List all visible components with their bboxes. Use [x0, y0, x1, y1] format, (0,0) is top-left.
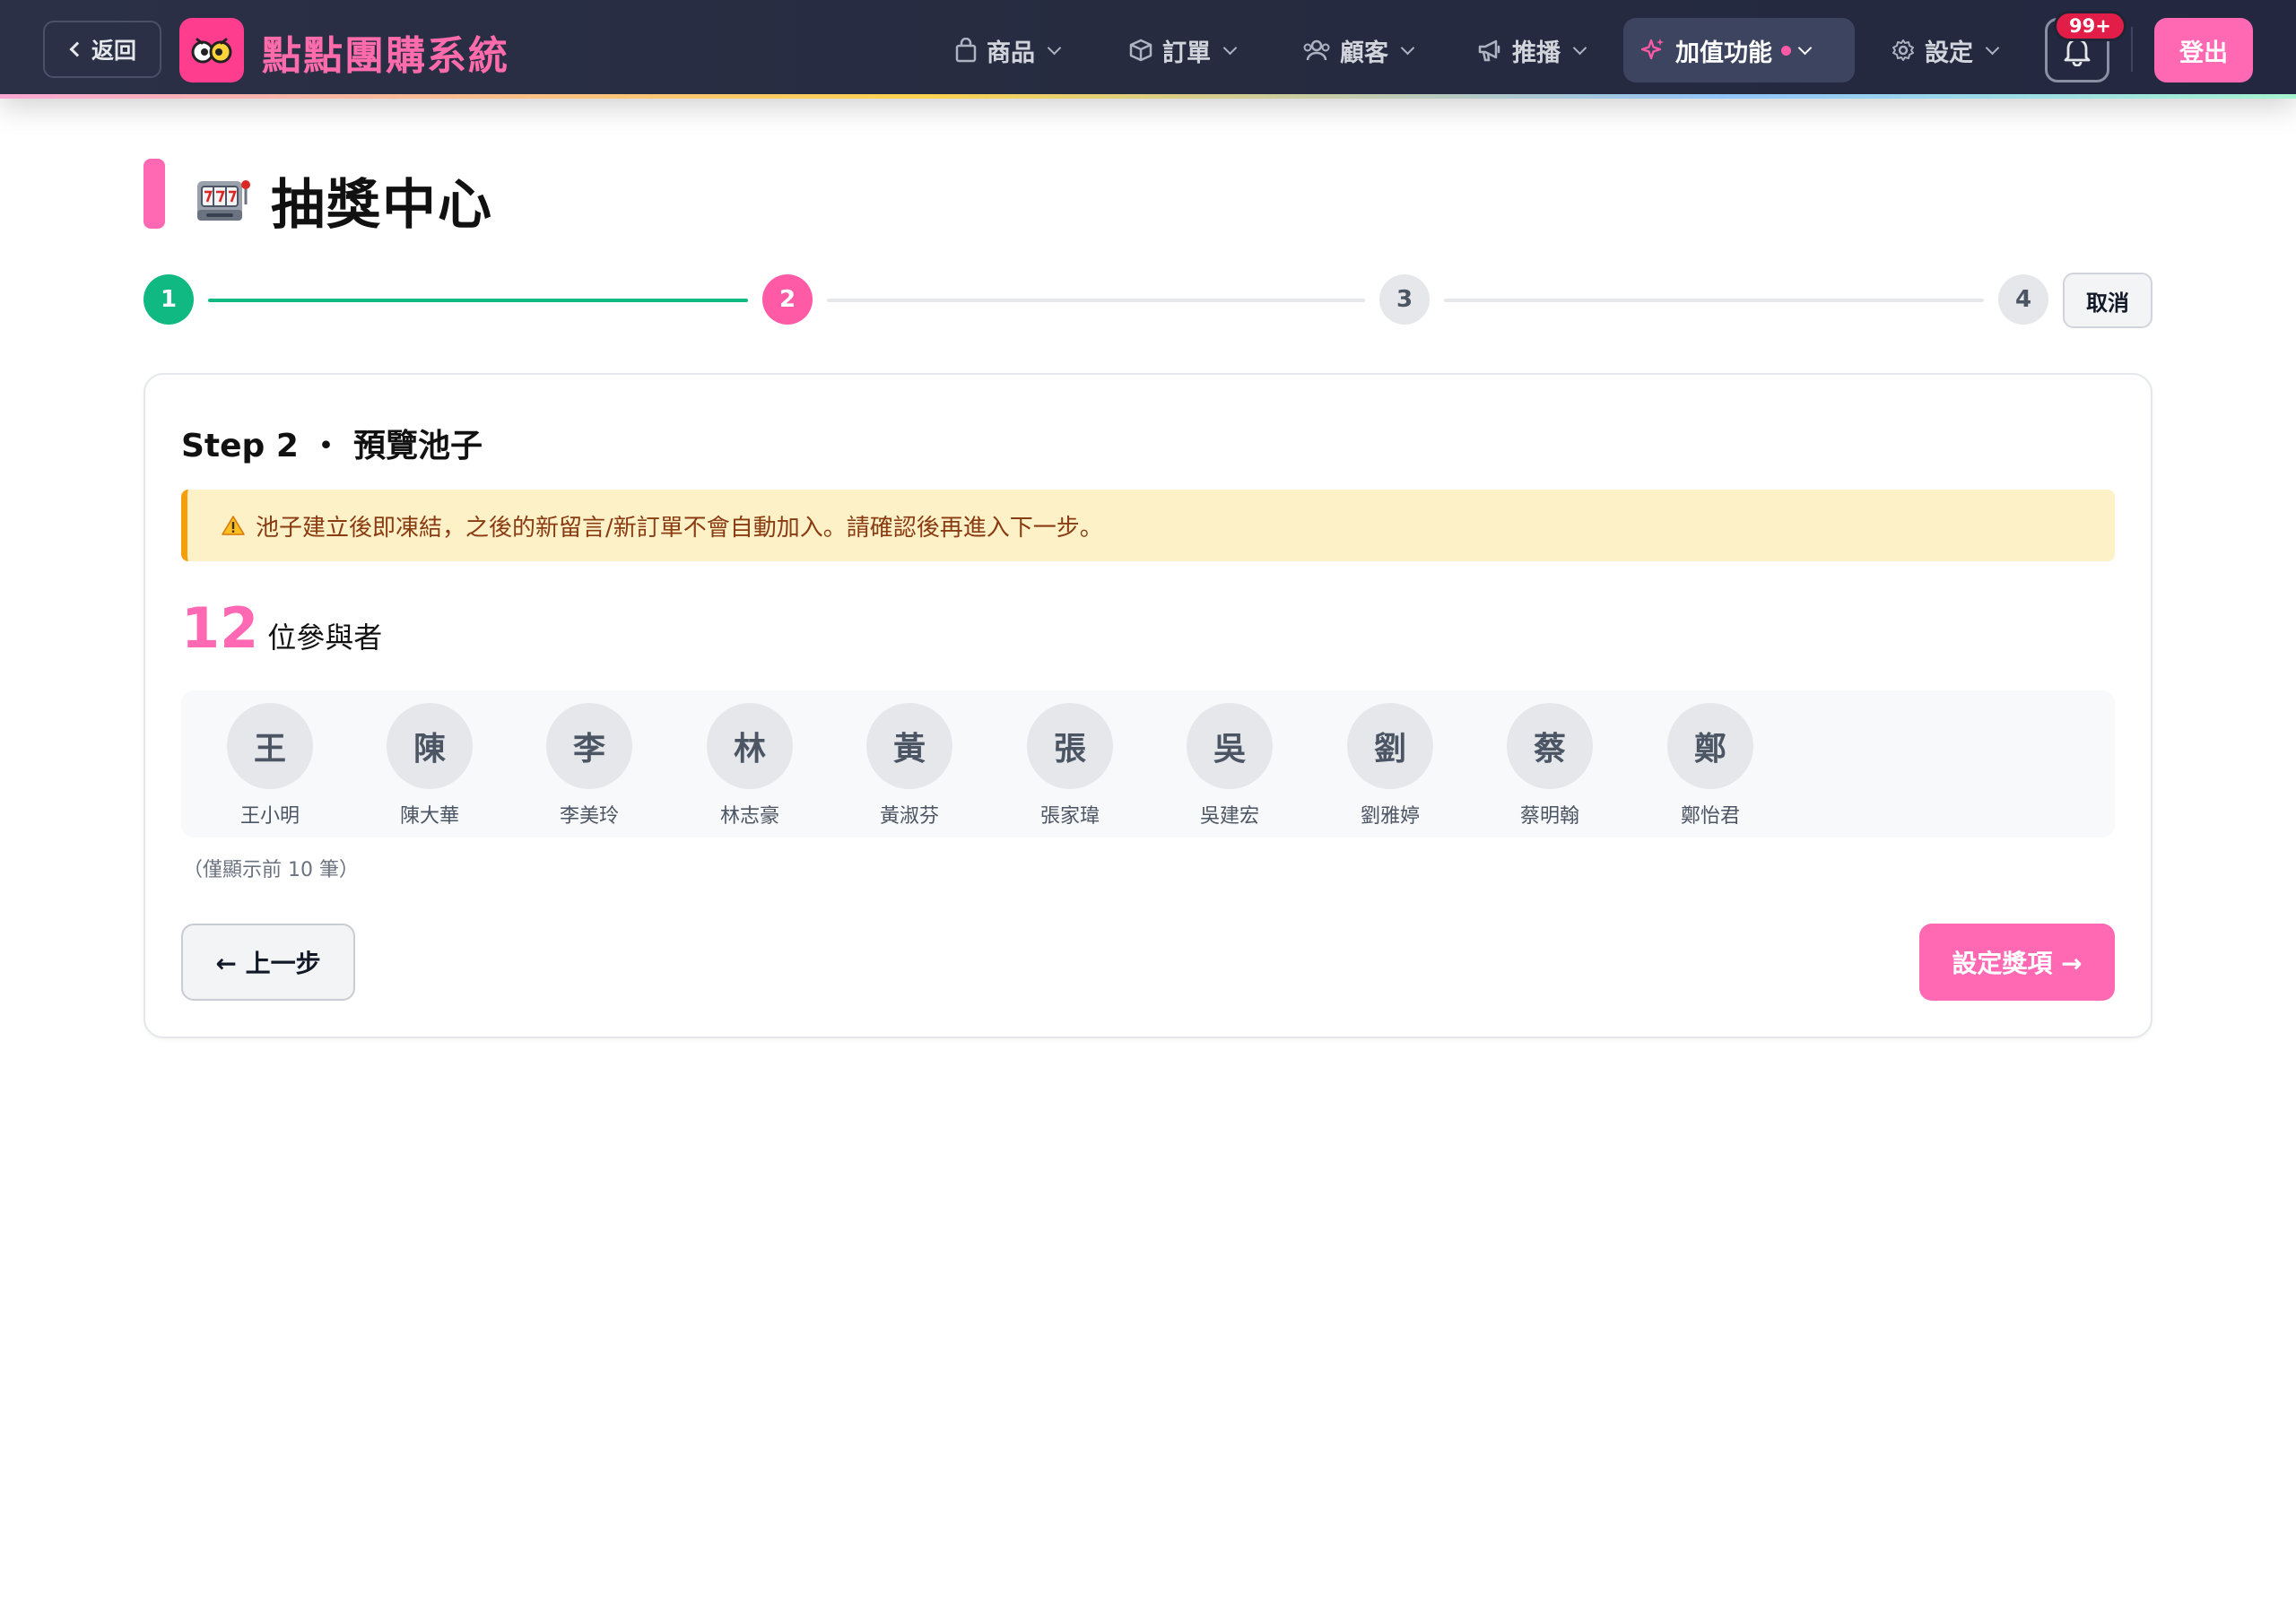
card-title: Step 2 ・ 預覽池子 [181, 428, 483, 464]
brand-logo[interactable] [179, 18, 244, 82]
nav-orders[interactable]: 訂單 [1112, 18, 1251, 82]
brand-name[interactable]: 點點團購系統 [262, 23, 509, 81]
nav-settings[interactable]: 設定 [1874, 18, 2013, 82]
participant-item: 鄭 鄭怡君 [1652, 703, 1769, 829]
warning-alert: 池子建立後即凍結，之後的新留言/新訂單不會自動加入。請確認後再進入下一步。 [181, 490, 2115, 561]
users-icon [1303, 39, 1330, 61]
nav-products[interactable]: 商品 [938, 18, 1075, 82]
avatar: 張 [1027, 703, 1113, 789]
nav-products-label: 商品 [987, 39, 1035, 67]
step-3-indicator: 3 [1379, 274, 1430, 325]
participant-item: 林 林志豪 [691, 703, 808, 829]
step-connector-1 [208, 299, 748, 302]
slot-machine-icon [197, 180, 250, 221]
participant-count: 12 位參與者 [181, 595, 382, 661]
back-button-label: 返回 [91, 38, 136, 64]
logout-button[interactable]: 登出 [2154, 18, 2253, 82]
chevron-down-icon [1222, 40, 1238, 55]
participant-item: 蔡 蔡明翰 [1492, 703, 1608, 829]
list-limit-note: （僅顯示前 10 筆） [183, 859, 359, 881]
title-accent-bar [144, 159, 165, 229]
participant-item: 黃 黃淑芬 [851, 703, 968, 829]
navbar-divider [2131, 27, 2133, 72]
chevron-down-icon [1572, 40, 1587, 55]
pool-preview-card: Step 2 ・ 預覽池子 池子建立後即凍結，之後的新留言/新訂單不會自動加入。… [144, 373, 2152, 1038]
participant-name: 林志豪 [719, 805, 779, 828]
participant-item: 吳 吳建宏 [1171, 703, 1288, 829]
participant-name: 黃淑芬 [879, 805, 939, 828]
avatar: 王 [227, 703, 313, 789]
participant-count-label: 位參與者 [267, 620, 383, 655]
nav-customers-label: 顧客 [1340, 39, 1388, 67]
avatar: 李 [546, 703, 632, 789]
notification-count-badge: 99+ [2054, 11, 2126, 41]
avatar: 鄭 [1667, 703, 1753, 789]
participant-list: 王 王小明 陳 陳大華 李 李美玲 林 林志豪 黃 黃淑芬 張 張家瑋 吳 吳建… [181, 690, 2115, 837]
participant-item: 陳 陳大華 [371, 703, 488, 829]
logo-eyes-icon [191, 38, 232, 64]
box-icon [1129, 39, 1152, 62]
back-button[interactable]: 返回 [43, 21, 161, 78]
participant-item: 劉 劉雅婷 [1332, 703, 1448, 829]
step-connector-2 [827, 299, 1365, 302]
participant-name: 劉雅婷 [1360, 805, 1420, 828]
gear-icon [1892, 39, 1914, 61]
warning-text: 池子建立後即凍結，之後的新留言/新訂單不會自動加入。請確認後再進入下一步。 [256, 514, 1103, 542]
set-prizes-button[interactable]: 設定獎項 → [1919, 924, 2115, 1001]
participant-name: 蔡明翰 [1519, 805, 1579, 828]
nav-addons[interactable]: 加值功能 [1623, 18, 1855, 82]
participant-name: 王小明 [239, 805, 300, 828]
chevron-down-icon [1400, 40, 1415, 55]
step-connector-3 [1444, 299, 1984, 302]
avatar: 劉 [1347, 703, 1433, 789]
step-4-indicator: 4 [1998, 274, 2048, 325]
navbar-accent-stripe [0, 94, 2296, 99]
sparkles-icon [1640, 39, 1664, 60]
avatar: 蔡 [1507, 703, 1593, 789]
cancel-button[interactable]: 取消 [2063, 273, 2152, 328]
avatar: 吳 [1187, 703, 1273, 789]
previous-step-button[interactable]: ← 上一步 [181, 924, 355, 1001]
nav-settings-label: 設定 [1925, 39, 1973, 67]
avatar: 陳 [387, 703, 473, 789]
participant-name: 鄭怡君 [1680, 805, 1740, 828]
participant-name: 張家瑋 [1039, 805, 1100, 828]
shopping-bag-icon [955, 38, 977, 63]
participant-name: 李美玲 [559, 805, 619, 828]
chevron-down-icon [1047, 40, 1062, 55]
nav-broadcast[interactable]: 推播 [1460, 18, 1601, 82]
nav-customers[interactable]: 顧客 [1286, 18, 1429, 82]
page-title: 抽獎中心 [271, 174, 493, 237]
avatar: 黃 [866, 703, 952, 789]
chevron-down-icon [1797, 40, 1813, 55]
warning-icon [222, 516, 245, 535]
participant-item: 王 王小明 [212, 703, 328, 829]
megaphone-icon [1478, 39, 1500, 62]
chevron-down-icon [1985, 40, 2000, 55]
participant-name: 吳建宏 [1199, 805, 1259, 828]
chevron-left-icon [69, 41, 85, 57]
participant-name: 陳大華 [399, 805, 459, 828]
new-indicator-dot [1781, 45, 1791, 56]
participant-item: 張 張家瑋 [1012, 703, 1128, 829]
avatar: 林 [707, 703, 793, 789]
nav-orders-label: 訂單 [1162, 39, 1211, 67]
nav-addons-label: 加值功能 [1675, 39, 1772, 67]
participant-item: 李 李美玲 [531, 703, 648, 829]
participant-count-number: 12 [181, 595, 259, 661]
step-2-indicator: 2 [762, 274, 813, 325]
nav-broadcast-label: 推播 [1512, 39, 1561, 67]
step-1-indicator: 1 [144, 274, 194, 325]
